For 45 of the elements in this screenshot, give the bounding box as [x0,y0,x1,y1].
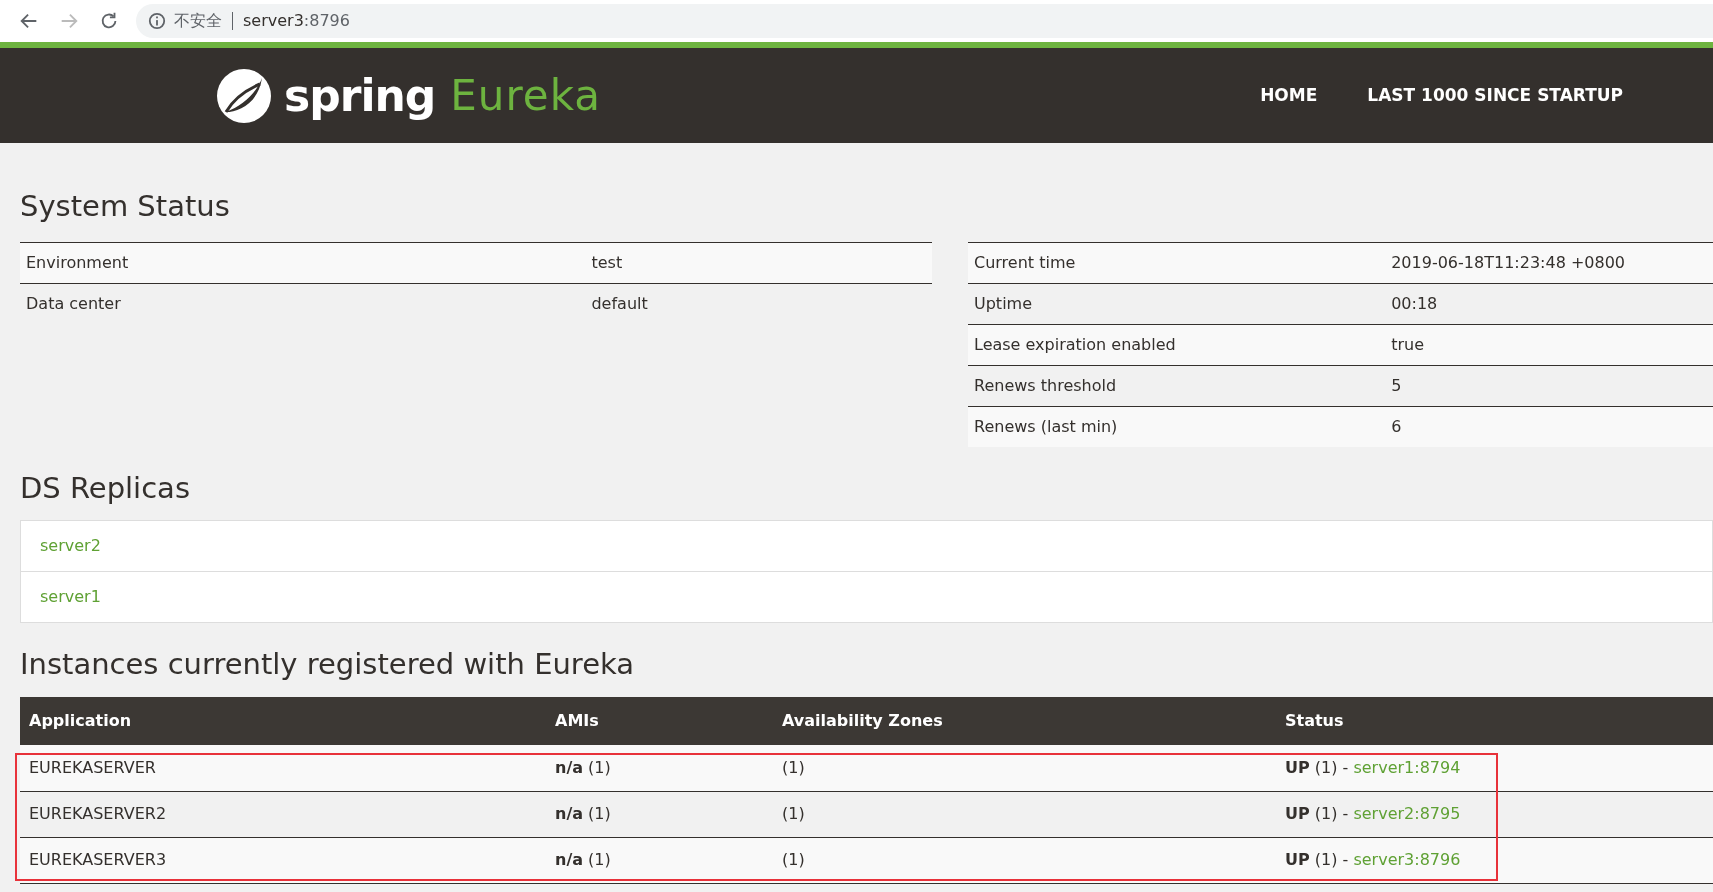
status-text: UP (1) - [1285,850,1350,870]
brand-wordmark: spring [284,68,436,123]
table-cell: (1) [773,791,1276,838]
table-cell: (1) [773,837,1276,884]
replica-link[interactable]: server1 [21,571,1712,622]
column-header: Availability Zones [773,697,1276,746]
instance-link[interactable]: server2:8795 [1353,804,1461,824]
instance-link[interactable]: server1:8794 [1353,758,1461,778]
table-cell: Environment [20,242,586,284]
brand-product-name: Eureka [450,70,601,122]
table-cell: 5 [1385,365,1713,407]
table-cell: 6 [1385,406,1713,447]
column-header: Status [1276,697,1713,746]
replica-link[interactable]: server2 [21,520,1712,572]
info-icon[interactable] [148,12,166,30]
table-cell: Uptime [968,283,1386,325]
table-cell: 00:18 [1385,283,1713,325]
table-cell: EUREKASERVER2 [20,791,546,838]
nav-link[interactable]: LAST 1000 SINCE STARTUP [1367,82,1623,109]
table-cell: EUREKASERVER [20,745,546,792]
status-text: UP (1) - [1285,758,1350,778]
table-cell: (1) [773,745,1276,792]
security-label: 不安全 [174,10,222,32]
section-heading: Instances currently registered with Eureka [20,646,636,682]
url-text: server3:8796 [243,10,350,32]
column-header: AMIs [546,697,773,746]
table-cell: n/a (1) [546,745,773,792]
address-bar[interactable]: 不安全 server3:8796 [136,4,1713,38]
table-cell: test [585,242,932,284]
table-cell: n/a (1) [546,837,773,884]
table-cell: 2019-06-18T11:23:48 +0800 [1385,242,1713,284]
table-cell: EUREKASERVER3 [20,837,546,884]
table-cell: Lease expiration enabled [968,324,1386,366]
column-header: Application [20,697,546,746]
instance-link[interactable]: server3:8796 [1353,850,1461,870]
table-cell: Renews threshold [968,365,1386,407]
nav-link[interactable]: HOME [1260,82,1318,109]
table-cell: Renews (last min) [968,406,1386,447]
table-cell: n/a (1) [546,791,773,838]
section-heading: System Status [20,189,231,224]
section-heading: DS Replicas [20,470,191,506]
leaf-logo-icon [216,67,272,124]
table-cell: Current time [968,242,1386,284]
status-text: UP (1) - [1285,804,1350,824]
table-cell: true [1385,324,1713,366]
